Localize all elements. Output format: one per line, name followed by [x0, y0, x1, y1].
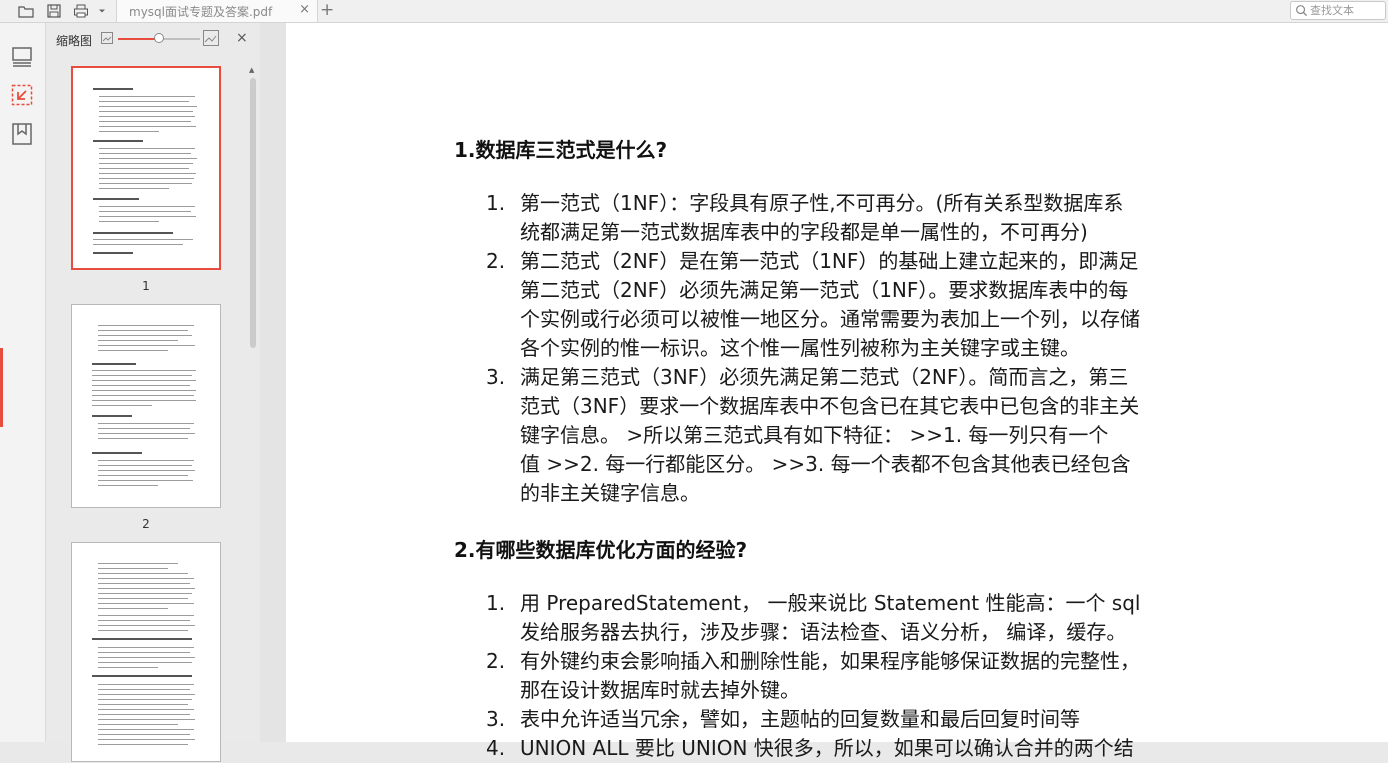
- thumbnail-panel: 缩略图 × 1 2: [47, 23, 260, 762]
- page-thumbnail-label: 1: [142, 279, 150, 293]
- text-line: 第二范式（2NF）是在第一范式（1NF）的基础上建立起来的，即满足: [520, 249, 1139, 273]
- print-icon[interactable]: [72, 2, 90, 20]
- text-line: 值 >>2. 每一行都能区分。 >>3. 每一个表都不包含其他表已经包含: [520, 452, 1131, 476]
- text-line: 范式（3NF）要求一个数据库表中不包含已在其它表中已包含的非主关: [520, 394, 1140, 418]
- outline-view-icon[interactable]: [10, 83, 34, 107]
- page-thumbnail-2[interactable]: [71, 304, 221, 508]
- section-heading: 1.数据库三范式是什么?: [454, 138, 668, 162]
- list-number: 3.: [486, 365, 506, 389]
- list-number: 3.: [486, 707, 506, 731]
- list-number: 2.: [486, 649, 506, 673]
- rail-active-marker: [0, 348, 3, 427]
- list-number: 1.: [486, 191, 506, 215]
- text-line: 用 PreparedStatement， 一般来说比 Statement 性能高…: [520, 591, 1141, 615]
- text-line: 第二范式（2NF）必须先满足第一范式（1NF）。要求数据库表中的每: [520, 278, 1129, 302]
- top-toolbar: mysql面试专题及答案.pdf × +: [0, 0, 1388, 23]
- search-input[interactable]: [1310, 3, 1382, 18]
- search-box: [1290, 1, 1386, 20]
- text-line: 表中允许适当冗余，譬如，主题帖的回复数量和最后回复时间等: [520, 707, 1080, 731]
- text-line: 发给服务器去执行，涉及步骤：语法检查、语义分析， 编译，缓存。: [520, 620, 1127, 644]
- text-line: 键字信息。 >所以第三范式具有如下特征： >>1. 每一列只有一个: [520, 423, 1109, 447]
- search-icon: [1296, 5, 1308, 17]
- text-line: 各个实例的惟一标识。这个惟一属性列被称为主关键字或主键。: [520, 336, 1080, 360]
- text-line: 的非主关键字信息。: [520, 481, 700, 505]
- scroll-up-arrow-icon[interactable]: ▲: [249, 66, 254, 74]
- text-line: 个实例或行必须可以被惟一地区分。通常需要为表加上一个列，以存储: [520, 307, 1140, 331]
- open-folder-icon[interactable]: [17, 2, 35, 20]
- list-number: 1.: [486, 591, 506, 615]
- text-line: 有外键约束会影响插入和删除性能，如果程序能够保证数据的完整性，: [520, 649, 1140, 673]
- zoom-in-image-icon[interactable]: [203, 30, 219, 46]
- text-line: UNION ALL 要比 UNION 快很多，所以，如果可以确认合并的两个结: [520, 736, 1134, 760]
- scrollbar-thumb[interactable]: [250, 78, 256, 348]
- tab-close-icon[interactable]: ×: [299, 2, 310, 17]
- chevron-down-icon[interactable]: [96, 2, 108, 20]
- text-line: 满足第三范式（3NF）必须先满足第二范式（2NF）。简而言之，第三: [520, 365, 1129, 389]
- thumbnail-panel-title: 缩略图: [56, 34, 93, 48]
- close-panel-icon[interactable]: ×: [236, 30, 248, 46]
- save-icon[interactable]: [45, 2, 63, 20]
- list-number: 2.: [486, 249, 506, 273]
- left-rail: [0, 23, 46, 742]
- section-heading: 2.有哪些数据库优化方面的经验?: [454, 538, 748, 562]
- new-tab-button[interactable]: +: [320, 0, 334, 20]
- zoom-slider-fill: [118, 38, 159, 40]
- thumbnail-scrollbar[interactable]: ▲: [248, 66, 258, 742]
- thumbnail-zoom-slider[interactable]: [118, 33, 200, 43]
- text-line: 第一范式（1NF）：字段具有原子性,不可再分。(所有关系型数据库系: [520, 191, 1124, 215]
- pdf-page: 1.数据库三范式是什么? 1. 第一范式（1NF）：字段具有原子性,不可再分。(…: [286, 23, 1388, 760]
- page-thumbnail-1[interactable]: [71, 66, 221, 270]
- zoom-out-image-icon[interactable]: [101, 32, 113, 44]
- page-thumbnail-3[interactable]: [71, 542, 221, 762]
- thumbnails-view-icon[interactable]: [10, 45, 34, 69]
- page-thumbnail-label: 2: [142, 517, 150, 531]
- thumbnail-panel-header: 缩略图 ×: [47, 23, 260, 54]
- bookmark-icon[interactable]: [10, 122, 34, 146]
- document-tab[interactable]: mysql面试专题及答案.pdf ×: [116, 0, 318, 22]
- document-viewer: 1.数据库三范式是什么? 1. 第一范式（1NF）：字段具有原子性,不可再分。(…: [260, 23, 1388, 760]
- text-line: 统都满足第一范式数据库表中的字段都是单一属性的，不可再分): [520, 220, 1088, 244]
- list-number: 4.: [486, 736, 506, 760]
- zoom-slider-handle[interactable]: [154, 33, 164, 43]
- tab-title: mysql面试专题及答案.pdf: [129, 5, 273, 19]
- text-line: 那在设计数据库时就去掉外键。: [520, 678, 800, 702]
